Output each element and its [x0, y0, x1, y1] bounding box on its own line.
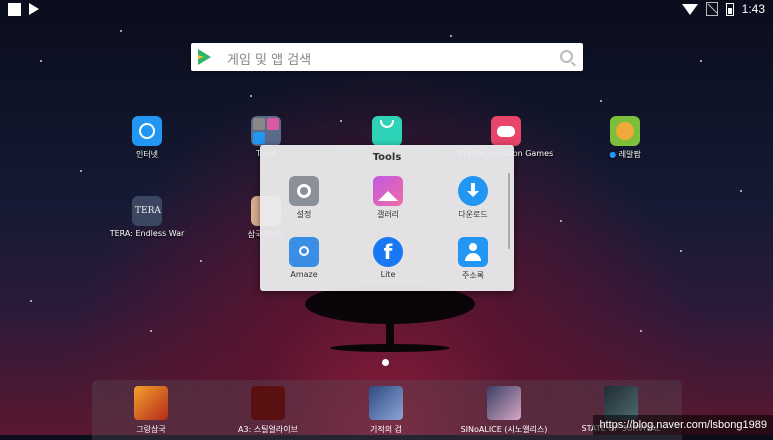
contacts-icon: [458, 237, 488, 267]
a3-icon: [251, 386, 285, 420]
battery-icon: [725, 2, 734, 16]
sinoalice-icon: [487, 386, 521, 420]
real-farm-icon: [610, 116, 640, 146]
dock-app-a3[interactable]: A3: 스틸얼라이브: [213, 386, 323, 435]
dock-app-sinoalice[interactable]: SINoALICE (시노앨리스): [449, 386, 559, 435]
watermark: https://blog.naver.com/lsbong1989: [593, 415, 773, 435]
tera-icon: TERA: [132, 196, 162, 226]
settings-icon: [289, 176, 319, 206]
tree-silhouette: [305, 284, 475, 352]
search-icon[interactable]: [560, 50, 573, 63]
folder-item-gallery[interactable]: 갤러리: [353, 176, 423, 220]
play-notification-icon: [29, 3, 39, 15]
play-store-icon: [198, 49, 211, 65]
notification-square-icon: [8, 3, 21, 16]
dock-app-miracle-sword[interactable]: 기적의 검: [331, 386, 441, 435]
miracle-sword-icon: [369, 386, 403, 420]
folder-item-amaze[interactable]: Amaze: [269, 237, 339, 279]
gallery-icon: [373, 176, 403, 206]
folder-title: Tools: [372, 152, 402, 163]
internet-icon: [132, 116, 162, 146]
dock-app-grand-samguk[interactable]: 그랑삼국: [96, 386, 206, 435]
gamepad-icon: [491, 116, 521, 146]
wifi-icon: [681, 3, 698, 15]
file-manager-icon: [289, 237, 319, 267]
folder-item-contacts[interactable]: 주소록: [438, 237, 508, 281]
folder-scrollbar[interactable]: [508, 173, 510, 249]
folder-item-download[interactable]: 다운로드: [438, 176, 508, 220]
page-indicator: [382, 359, 389, 366]
facebook-lite-icon: f: [373, 237, 403, 267]
no-signal-icon: [705, 2, 718, 16]
clock: 1:43: [741, 2, 765, 16]
tools-folder-popup: Tools 설정 갤러리 다운로드 Amaze f Lite 주소록: [260, 145, 514, 291]
new-app-dot: ●: [609, 150, 619, 159]
status-bar: 1:43: [0, 0, 773, 20]
search-placeholder: 게임 및 앱 검색: [227, 53, 312, 68]
folder-item-facebook-lite[interactable]: f Lite: [353, 237, 423, 279]
app-real-farm[interactable]: ● 레알팜: [570, 116, 680, 160]
app-tera[interactable]: TERA TERA: Endless War: [92, 196, 202, 238]
folder-item-settings[interactable]: 설정: [269, 176, 339, 220]
search-bar[interactable]: 게임 및 앱 검색: [191, 43, 583, 71]
app-internet[interactable]: 인터넷: [92, 116, 202, 160]
grand-samguk-icon: [134, 386, 168, 420]
download-icon: [458, 176, 488, 206]
tools-folder-icon: [251, 116, 281, 146]
store-bag-icon: [372, 116, 402, 146]
